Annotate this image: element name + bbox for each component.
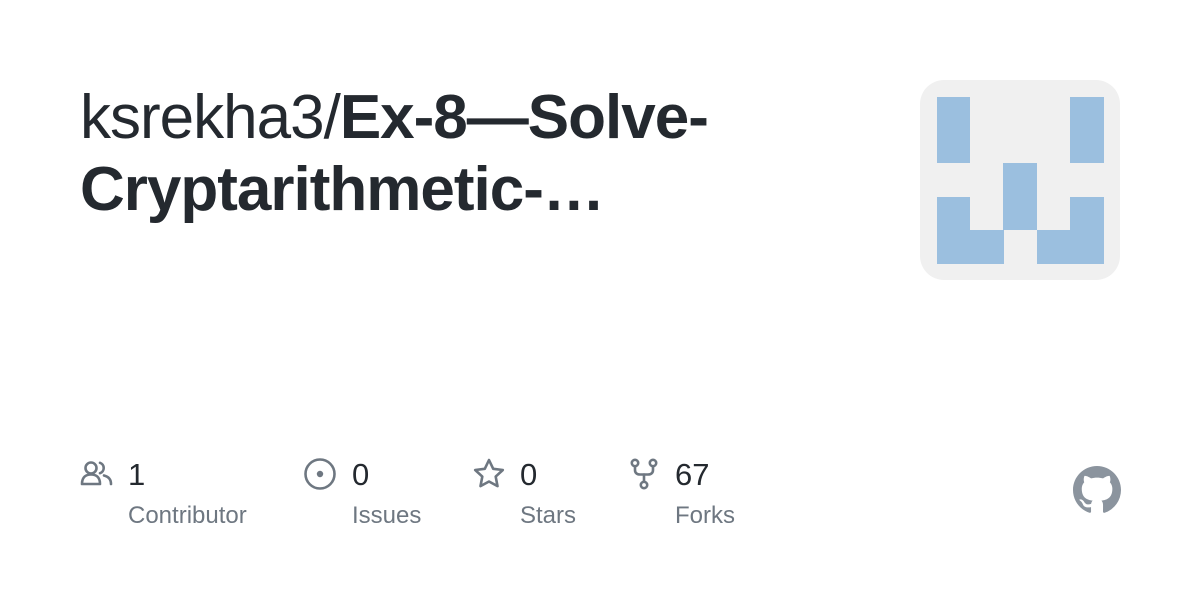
github-icon[interactable] [1073, 466, 1121, 514]
identicon-block [1003, 163, 1037, 230]
issues-count: 0 [352, 457, 370, 492]
contributors-icon [80, 461, 113, 486]
stars-label: Stars [520, 502, 577, 529]
forks-count: 67 [675, 457, 710, 492]
repo-name-line2: Cryptarithmetic-… [80, 155, 605, 224]
fork-icon [630, 458, 658, 490]
identicon-block [1070, 197, 1104, 264]
repo-name-line1: Ex-8—Solve- [339, 83, 709, 152]
repo-title: ksrekha3/Ex-8—Solve- Cryptarithmetic-… [80, 82, 860, 226]
contributors-count: 1 [128, 457, 146, 492]
issues-label: Issues [352, 502, 422, 529]
identicon-block [1037, 230, 1071, 264]
identicon-block [937, 97, 970, 163]
identicon-block [937, 197, 970, 264]
contributors-label: Contributor [128, 502, 247, 529]
owner-avatar [920, 80, 1120, 280]
stars-count: 0 [520, 457, 538, 492]
identicon-graphic [937, 97, 1104, 264]
identicon-block [970, 230, 1004, 264]
identicon-block [1070, 97, 1104, 163]
forks-label: Forks [675, 502, 735, 529]
star-icon [473, 458, 505, 488]
issues-icon [304, 458, 336, 490]
repo-owner: ksrekha3/ [80, 83, 341, 152]
